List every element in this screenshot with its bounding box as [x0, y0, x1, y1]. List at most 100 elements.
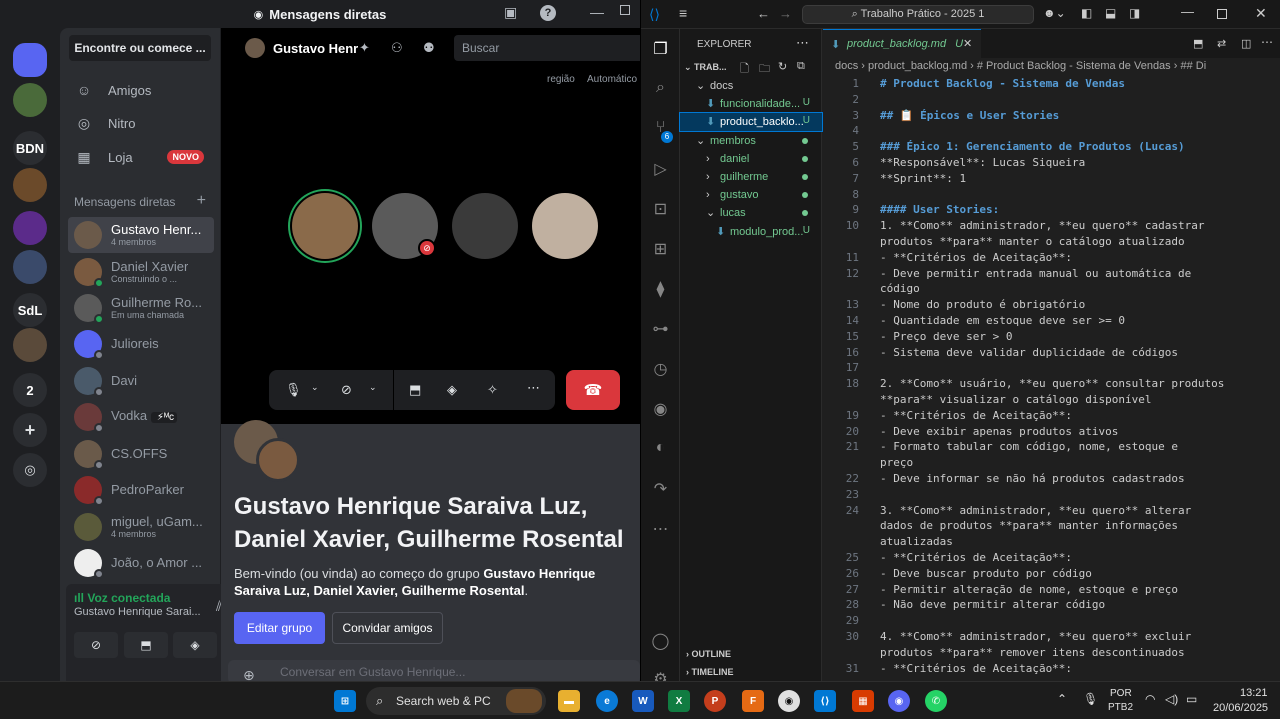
add-server-icon[interactable]: +: [13, 413, 47, 447]
server-icon[interactable]: [13, 211, 47, 245]
pin-icon[interactable]: ✦: [359, 40, 370, 56]
participant-avatar[interactable]: [532, 193, 598, 259]
discover-icon[interactable]: ◎: [13, 453, 47, 487]
edge-icon[interactable]: e: [596, 690, 618, 712]
menu-icon[interactable]: ≡: [679, 5, 687, 21]
workspace-title[interactable]: ⌄ TRAB...: [684, 62, 727, 73]
tree-item[interactable]: ⌄ docs: [680, 77, 822, 95]
start-button[interactable]: ⊞: [334, 690, 356, 712]
close-icon[interactable]: ✕: [1255, 5, 1267, 22]
outline-section[interactable]: › OUTLINE: [686, 649, 731, 659]
clock-date[interactable]: 20/06/2025: [1213, 702, 1268, 714]
search-input[interactable]: Buscar: [454, 35, 640, 61]
keyboard-layout[interactable]: PTB2: [1108, 702, 1133, 713]
pdf-app-icon[interactable]: F: [742, 690, 764, 712]
server-icon[interactable]: [13, 328, 47, 362]
hang-up-button[interactable]: ☎: [566, 370, 620, 410]
vscode-taskbar-icon[interactable]: ⟨⟩: [814, 690, 836, 712]
explorer-icon[interactable]: ❐: [641, 39, 680, 59]
language-indicator[interactable]: POR: [1110, 688, 1132, 699]
more-icon[interactable]: ⋯: [641, 519, 680, 539]
tree-item[interactable]: › gustavo: [680, 186, 822, 204]
find-conversation-button[interactable]: Encontre ou comece ...: [69, 35, 211, 61]
remote-explorer-icon[interactable]: ⊡: [641, 199, 680, 219]
search-icon[interactable]: ⌕: [641, 79, 680, 97]
nav-friends[interactable]: ☺ Amigos: [68, 75, 212, 105]
python-icon[interactable]: ⧫: [641, 279, 680, 299]
dm-item[interactable]: PedroParker: [68, 472, 214, 508]
invite-friends-button[interactable]: Convidar amigos: [332, 612, 443, 644]
git-graph-icon[interactable]: ⊶: [641, 319, 680, 339]
members-icon[interactable]: ⚉: [423, 40, 435, 56]
live-share-icon[interactable]: ↷: [641, 479, 680, 499]
timeline-icon[interactable]: ◷: [641, 359, 680, 379]
battery-icon[interactable]: ▭: [1186, 692, 1197, 706]
back-icon[interactable]: ←: [757, 6, 770, 21]
add-dm-icon[interactable]: +: [197, 192, 206, 210]
forward-icon[interactable]: →: [779, 6, 792, 21]
tree-item[interactable]: ⌄ lucas: [680, 204, 822, 222]
camera-off-icon[interactable]: ⊘: [341, 382, 352, 398]
maximize-icon[interactable]: [1217, 9, 1227, 19]
edit-group-button[interactable]: Editar grupo: [234, 612, 325, 644]
participant-avatar[interactable]: [292, 193, 358, 259]
chevron-down-icon[interactable]: ⌄: [311, 382, 319, 393]
camera-off-button[interactable]: ⊘: [74, 632, 118, 658]
wifi-icon[interactable]: ◠: [1145, 692, 1155, 706]
powerpoint-icon[interactable]: P: [704, 690, 726, 712]
gamepad-icon[interactable]: ◈: [447, 382, 457, 398]
account-icon[interactable]: ◯: [641, 631, 680, 651]
activity-button[interactable]: ◈: [173, 632, 217, 658]
server-icon[interactable]: [13, 168, 47, 202]
server-icon[interactable]: [13, 43, 47, 77]
chevron-down-icon[interactable]: ⌄: [369, 382, 377, 393]
open-preview-icon[interactable]: ⬒: [1193, 37, 1203, 50]
clock-time[interactable]: 13:21: [1240, 687, 1268, 699]
excel-icon[interactable]: X: [668, 690, 690, 712]
dm-item[interactable]: miguel, uGam... 4 membros: [68, 509, 214, 545]
server-icon[interactable]: BDN: [13, 131, 47, 165]
refresh-icon[interactable]: ↻: [778, 60, 787, 73]
more-actions-icon[interactable]: ⋯: [1261, 35, 1273, 49]
file-explorer-icon[interactable]: ▬: [558, 690, 580, 712]
screen-share-icon[interactable]: ⬒: [409, 382, 421, 398]
microphone-icon[interactable]: 🎙: [1083, 692, 1098, 706]
office-app-icon[interactable]: ▦: [852, 690, 874, 712]
minimize-icon[interactable]: —: [1181, 4, 1194, 19]
command-center-search[interactable]: ⌕ Trabalho Prático - 2025 1: [802, 5, 1034, 24]
compare-icon[interactable]: ⇄: [1217, 37, 1226, 50]
run-debug-icon[interactable]: ▷: [641, 159, 680, 179]
split-editor-icon[interactable]: ◫: [1241, 37, 1251, 50]
dm-item[interactable]: Guilherme Ro... Em uma chamada: [68, 290, 214, 326]
layout-sidebar-icon[interactable]: ◧: [1081, 6, 1092, 20]
more-actions-icon[interactable]: ⋯: [796, 35, 809, 51]
tree-item[interactable]: ⌄ membros: [680, 132, 822, 150]
edge-icon[interactable]: ◐: [641, 439, 680, 457]
server-icon[interactable]: [13, 83, 47, 117]
nav-nitro[interactable]: ◎ Nitro: [68, 108, 212, 138]
layout-panel-icon[interactable]: ⬓: [1105, 6, 1116, 20]
layout-sidebar-right-icon[interactable]: ◨: [1129, 6, 1140, 20]
github-desktop-icon[interactable]: ◉: [778, 690, 800, 712]
region-value[interactable]: Automático: [587, 74, 637, 85]
dm-item[interactable]: Davi: [68, 363, 214, 399]
attach-icon[interactable]: ⊕: [243, 667, 255, 681]
breadcrumb[interactable]: docs › product_backlog.md › # Product Ba…: [835, 60, 1206, 72]
whatsapp-icon[interactable]: ✆: [925, 690, 947, 712]
dm-item[interactable]: CS.OFFS: [68, 436, 214, 472]
maximize-icon[interactable]: [620, 5, 630, 15]
word-icon[interactable]: W: [632, 690, 654, 712]
timeline-section[interactable]: › TIMELINE: [686, 667, 734, 677]
github-icon[interactable]: ◉: [641, 399, 680, 419]
more-icon[interactable]: ⋯: [527, 380, 540, 396]
minimize-icon[interactable]: —: [590, 4, 604, 20]
extensions-icon[interactable]: ⊞: [641, 239, 680, 259]
tree-item[interactable]: ⬇ product_backlo... U: [679, 112, 823, 133]
close-icon[interactable]: ✕: [963, 37, 972, 50]
copilot-icon[interactable]: ☻⌄: [1043, 6, 1066, 20]
discord-taskbar-icon[interactable]: ◉: [888, 690, 910, 712]
server-icon[interactable]: 2: [13, 373, 47, 407]
tree-item[interactable]: › daniel: [680, 150, 822, 168]
dm-item[interactable]: Gustavo Henr... 4 membros: [68, 217, 214, 253]
soundboard-icon[interactable]: ✧: [487, 382, 498, 398]
